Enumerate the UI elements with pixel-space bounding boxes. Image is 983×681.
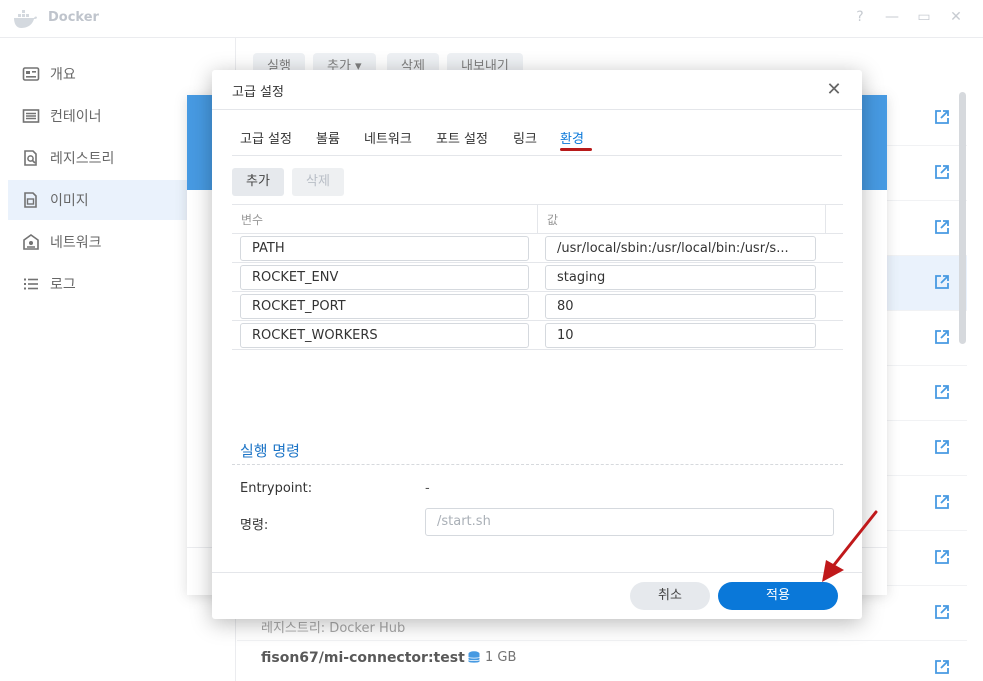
variable-value-input[interactable]: 10 — [545, 323, 816, 348]
dialog-title: 고급 설정 — [232, 85, 284, 100]
column-header-variable: 변수 — [241, 213, 264, 227]
active-tab-underline — [560, 148, 592, 151]
tab-link[interactable]: 링크 — [513, 128, 537, 147]
advanced-settings-dialog: 고급 설정 ✕ 고급 설정 볼륨 네트워크 포트 설정 링크 환경 추가 삭제 … — [212, 70, 862, 619]
table-row: ROCKET_PORT 80 — [232, 292, 843, 321]
column-separator — [825, 205, 826, 234]
command-input[interactable]: /start.sh — [425, 508, 834, 536]
variable-name-input[interactable]: ROCKET_PORT — [240, 294, 529, 319]
environment-variable-table: 변수 값 PATH /usr/local/sbin:/usr/local/bin… — [232, 204, 843, 350]
tab-environment[interactable]: 환경 — [560, 128, 584, 147]
variable-value-input[interactable]: 80 — [545, 294, 816, 319]
tab-network[interactable]: 네트워크 — [364, 128, 412, 147]
dialog-footer-divider — [212, 572, 862, 573]
variable-name-input[interactable]: ROCKET_ENV — [240, 265, 529, 290]
entrypoint-label: Entrypoint: — [240, 481, 313, 496]
table-row: PATH /usr/local/sbin:/usr/local/bin:/usr… — [232, 234, 843, 263]
section-divider — [232, 464, 843, 465]
exec-command-section-title: 실행 명령 — [240, 442, 300, 460]
apply-button[interactable]: 적용 — [718, 582, 838, 610]
close-icon[interactable]: ✕ — [824, 80, 844, 100]
table-header: 변수 값 — [232, 205, 843, 234]
delete-variable-button[interactable]: 삭제 — [292, 168, 344, 196]
variable-name-input[interactable]: PATH — [240, 236, 529, 261]
tab-advanced[interactable]: 고급 설정 — [240, 128, 292, 147]
tab-port-settings[interactable]: 포트 설정 — [436, 128, 488, 147]
entrypoint-value: - — [425, 481, 430, 496]
variable-value-input[interactable]: staging — [545, 265, 816, 290]
command-label: 명령: — [240, 518, 269, 533]
tab-volume[interactable]: 볼륨 — [316, 128, 340, 147]
column-separator — [537, 205, 538, 234]
tabs-divider — [232, 155, 842, 156]
cancel-button[interactable]: 취소 — [630, 582, 710, 610]
table-row: ROCKET_WORKERS 10 — [232, 321, 843, 350]
variable-value-input[interactable]: /usr/local/sbin:/usr/local/bin:/usr/s... — [545, 236, 816, 261]
variable-name-input[interactable]: ROCKET_WORKERS — [240, 323, 529, 348]
column-header-value: 값 — [547, 213, 559, 227]
dialog-header-divider — [212, 109, 862, 110]
table-row: ROCKET_ENV staging — [232, 263, 843, 292]
add-variable-button[interactable]: 추가 — [232, 168, 284, 196]
